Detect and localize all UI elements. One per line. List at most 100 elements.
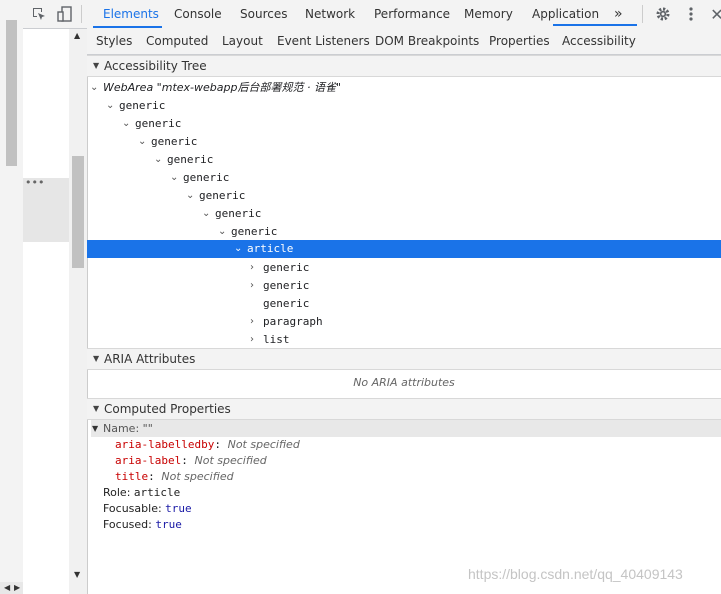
tree-node-label: article — [247, 242, 294, 255]
elements-panel: ••• ▲ ▼ — [23, 0, 88, 594]
tree-row[interactable]: ⌄ generic — [87, 187, 721, 205]
device-toolbar-icon[interactable] — [55, 4, 75, 24]
tab-properties[interactable]: Properties — [482, 28, 557, 54]
chevron-right-icon: › — [250, 280, 254, 291]
tab-elements[interactable]: Elements — [94, 0, 168, 28]
section-title: Accessibility Tree — [104, 59, 207, 73]
focusable-value: true — [165, 502, 192, 515]
chevron-down-icon: ⌄ — [186, 190, 195, 201]
tree-node-label: generic — [183, 171, 230, 184]
tree-node-label: generic — [263, 261, 310, 274]
focusable-row: Focusable: true — [103, 502, 192, 515]
attribute-name: aria-labelledby — [115, 438, 215, 451]
tab-sources[interactable]: Sources — [231, 0, 296, 28]
tree-row[interactable]: generic — [87, 295, 721, 313]
chevron-down-icon: ⌄ — [218, 226, 227, 237]
tree-row[interactable]: › generic — [87, 277, 721, 295]
tab-styles[interactable]: Styles — [89, 28, 139, 54]
tab-network[interactable]: Network — [296, 0, 364, 28]
name-source-row: aria-label: Not specified — [115, 454, 267, 467]
section-title: Computed Properties — [104, 402, 231, 416]
tree-row[interactable]: ⌄ generic — [87, 97, 721, 115]
tab-dom-breakpoints[interactable]: DOM Breakpoints — [368, 28, 486, 54]
tree-root-row[interactable]: ⌄ WebArea "mtex-webapp后台部署规范 · 语雀" — [87, 79, 721, 97]
focusable-label: Focusable: — [103, 502, 162, 515]
tree-node-label: generic — [151, 135, 198, 148]
attribute-name: title — [115, 470, 149, 483]
attribute-name: aria-label — [115, 454, 182, 467]
tree-row[interactable]: ⌄ generic — [87, 169, 721, 187]
name-property-row[interactable]: ▼ Name: "" — [91, 420, 721, 437]
active-sidebar-tab-indicator — [553, 24, 637, 26]
attribute-value: Not specified — [227, 438, 300, 451]
chevron-right-icon: › — [250, 316, 254, 327]
tree-node-label: generic — [199, 189, 246, 202]
scroll-left-icon[interactable]: ◀ — [4, 583, 10, 592]
tree-node-label: generic — [119, 99, 166, 112]
close-icon[interactable]: ✕ — [707, 4, 721, 24]
focused-row: Focused: true — [103, 518, 182, 531]
chevron-down-icon: ⌄ — [170, 172, 179, 183]
toolbar-separator — [642, 5, 643, 23]
tab-layout[interactable]: Layout — [215, 28, 270, 54]
section-title: ARIA Attributes — [104, 352, 196, 366]
tree-row[interactable]: › generic — [87, 259, 721, 277]
tab-computed[interactable]: Computed — [139, 28, 215, 54]
attribute-value: Not specified — [194, 454, 267, 467]
inspect-element-icon[interactable] — [29, 4, 49, 24]
chevron-right-icon: › — [250, 334, 254, 345]
name-source-row: title: Not specified — [115, 470, 234, 483]
collapse-icon: ▼ — [92, 424, 99, 433]
collapse-icon: ▼ — [93, 404, 100, 413]
tree-row[interactable]: ⌄ generic — [87, 205, 721, 223]
role-label: Role: — [103, 486, 131, 499]
more-options-icon[interactable] — [681, 4, 701, 24]
attribute-value: Not specified — [161, 470, 234, 483]
accessibility-tree-header[interactable]: ▼ Accessibility Tree — [87, 55, 721, 77]
tab-accessibility[interactable]: Accessibility — [555, 28, 643, 54]
tree-row[interactable]: ⌄ generic — [87, 223, 721, 241]
chevron-down-icon: ⌄ — [154, 154, 163, 165]
focused-value: true — [155, 518, 182, 531]
colon: : — [148, 470, 162, 483]
chevron-down-icon: ⌄ — [138, 136, 147, 147]
left-scrollbar-thumb[interactable] — [6, 20, 17, 166]
name-source-row: aria-labelledby: Not specified — [115, 438, 300, 451]
tree-row[interactable]: ⌄ generic — [87, 151, 721, 169]
name-label: Name: "" — [103, 422, 153, 435]
tree-row[interactable]: ⌄ generic — [87, 115, 721, 133]
tree-node-label: generic — [263, 279, 310, 292]
chevron-down-icon: ⌄ — [234, 243, 243, 254]
tree-row-selected[interactable]: ⌄ article — [87, 240, 721, 258]
tab-performance[interactable]: Performance — [365, 0, 459, 28]
focused-label: Focused: — [103, 518, 152, 531]
scroll-up-icon[interactable]: ▲ — [74, 31, 80, 40]
collapse-icon: ▼ — [93, 354, 100, 363]
gear-icon[interactable] — [653, 4, 673, 24]
tree-node-label: paragraph — [263, 315, 323, 328]
computed-properties-header[interactable]: ▼ Computed Properties — [87, 398, 721, 420]
tree-node-label: generic — [215, 207, 262, 220]
chevron-down-icon: ⌄ — [122, 118, 131, 129]
sidebar-tabbar: Styles Computed Layout Event Listeners D… — [87, 28, 721, 55]
tab-console[interactable]: Console — [165, 0, 231, 28]
tree-node-label: generic — [167, 153, 214, 166]
elements-scrollbar[interactable]: ▲ ▼ — [69, 28, 87, 594]
scroll-right-icon[interactable]: ▶ — [14, 583, 20, 592]
chevron-down-icon: ⌄ — [106, 100, 115, 111]
tab-memory[interactable]: Memory — [455, 0, 522, 28]
ellipsis-icon[interactable]: ••• — [25, 176, 44, 189]
colon: : — [214, 438, 228, 451]
tree-node-label: generic — [231, 225, 278, 238]
tree-root-label: WebArea "mtex-webapp后台部署规范 · 语雀" — [103, 81, 342, 94]
role-value: article — [133, 486, 181, 499]
tree-row[interactable]: › list — [87, 331, 721, 349]
tree-row[interactable]: › paragraph — [87, 313, 721, 331]
elements-scrollbar-thumb[interactable] — [72, 156, 84, 268]
aria-attributes-header[interactable]: ▼ ARIA Attributes — [87, 348, 721, 370]
collapse-icon: ▼ — [93, 61, 100, 70]
tab-event-listeners[interactable]: Event Listeners — [270, 28, 377, 54]
scroll-down-icon[interactable]: ▼ — [74, 570, 80, 579]
tree-node-label: list — [263, 333, 290, 346]
tree-row[interactable]: ⌄ generic — [87, 133, 721, 151]
